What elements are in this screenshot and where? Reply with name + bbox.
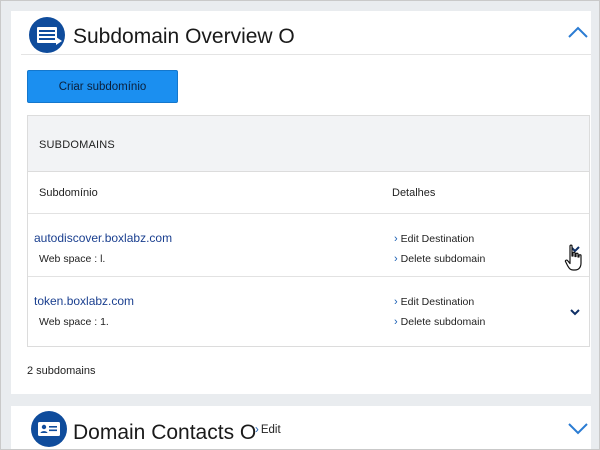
edit-destination-link[interactable]: › Edit Destination bbox=[394, 233, 474, 245]
table-title: SUBDOMAINS bbox=[39, 139, 115, 151]
chevron-down-icon[interactable] bbox=[567, 422, 589, 436]
table-row: autodiscover.boxlabz.com Web space : l. … bbox=[28, 214, 589, 277]
chevron-right-icon: › bbox=[394, 253, 398, 265]
section-title: Domain Contacts O bbox=[73, 421, 257, 444]
chevron-up-icon[interactable] bbox=[567, 25, 589, 39]
delete-subdomain-label: Delete subdomain bbox=[400, 253, 486, 265]
delete-subdomain-label: Delete subdomain bbox=[400, 316, 486, 328]
column-subdomain: Subdomínio bbox=[39, 187, 98, 199]
column-header-row: Subdomínio Detalhes bbox=[28, 172, 589, 214]
table-header: SUBDOMAINS bbox=[28, 116, 589, 172]
subdomain-link[interactable]: autodiscover.boxlabz.com bbox=[34, 231, 172, 245]
domain-contacts-panel: Domain Contacts O › Edit bbox=[11, 406, 591, 449]
section-title: Subdomain Overview O bbox=[73, 25, 295, 48]
chevron-right-icon: › bbox=[255, 424, 259, 436]
table-row: token.boxlabz.com Web space : 1. › Edit D… bbox=[28, 277, 589, 339]
chevron-right-icon: › bbox=[394, 316, 398, 328]
column-details: Detalhes bbox=[392, 187, 436, 199]
subdomain-link[interactable]: token.boxlabz.com bbox=[34, 294, 134, 308]
subdomain-overview-panel: Subdomain Overview O Criar subdomínio SU… bbox=[11, 11, 591, 394]
delete-subdomain-link[interactable]: › Delete subdomain bbox=[394, 253, 485, 265]
contact-card-icon bbox=[31, 411, 67, 447]
edit-label: Edit bbox=[260, 424, 281, 436]
edit-contacts-link[interactable]: › Edit bbox=[255, 424, 281, 436]
delete-subdomain-link[interactable]: › Delete subdomain bbox=[394, 316, 485, 328]
chevron-down-icon[interactable] bbox=[568, 305, 582, 319]
edit-destination-label: Edit Destination bbox=[400, 233, 475, 245]
create-subdomain-button[interactable]: Criar subdomínio bbox=[27, 70, 178, 103]
page-frame: Subdomain Overview O Criar subdomínio SU… bbox=[0, 0, 600, 450]
subdomain-count: 2 subdomains bbox=[27, 365, 96, 377]
subdomains-table: SUBDOMAINS Subdomínio Detalhes autodisco… bbox=[27, 115, 590, 347]
divider bbox=[21, 54, 591, 55]
hand-pointer-icon bbox=[564, 244, 582, 271]
web-space-value: Web space : l. bbox=[39, 253, 106, 265]
edit-destination-label: Edit Destination bbox=[400, 296, 475, 308]
web-space-value: Web space : 1. bbox=[39, 316, 109, 328]
list-card-icon bbox=[29, 17, 65, 53]
edit-destination-link[interactable]: › Edit Destination bbox=[394, 296, 474, 308]
chevron-right-icon: › bbox=[394, 233, 398, 245]
chevron-right-icon: › bbox=[394, 296, 398, 308]
